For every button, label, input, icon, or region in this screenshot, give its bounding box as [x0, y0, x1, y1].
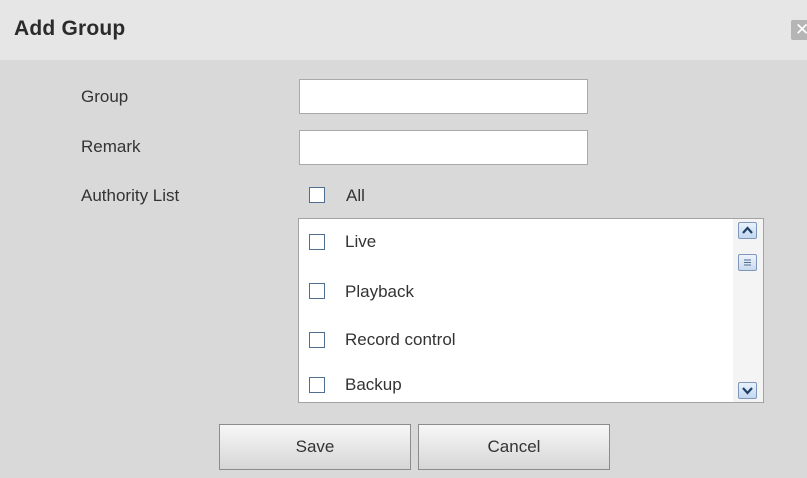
list-item-label: Live	[345, 232, 377, 251]
grip-icon	[744, 259, 751, 266]
add-group-dialog: Add Group ✕ Group Remark Authority List …	[0, 0, 807, 478]
list-scrollbar[interactable]	[733, 219, 763, 402]
authority-listbox[interactable]: Live Playback Record control Backup	[298, 218, 764, 403]
all-checkbox-label: All	[346, 186, 365, 205]
close-button[interactable]: ✕	[791, 20, 807, 40]
playback-checkbox[interactable]	[309, 283, 325, 299]
authority-list-label: Authority List	[81, 186, 180, 205]
group-label: Group	[81, 87, 129, 106]
scroll-thumb[interactable]	[738, 254, 757, 271]
dialog-titlebar: Add Group ✕	[0, 0, 807, 60]
remark-label: Remark	[81, 137, 141, 156]
list-item-label: Playback	[345, 282, 414, 301]
save-button[interactable]: Save	[219, 424, 411, 470]
scroll-up-button[interactable]	[738, 222, 757, 239]
list-item-label: Backup	[345, 375, 402, 394]
backup-checkbox[interactable]	[309, 377, 325, 393]
scroll-down-button[interactable]	[738, 382, 757, 399]
record-control-checkbox[interactable]	[309, 332, 325, 348]
remark-input[interactable]	[299, 130, 588, 165]
all-checkbox[interactable]	[309, 187, 325, 203]
group-input[interactable]	[299, 79, 588, 114]
live-checkbox[interactable]	[309, 234, 325, 250]
list-item-label: Record control	[345, 330, 456, 349]
chevron-up-icon	[742, 226, 753, 234]
close-icon: ✕	[795, 20, 807, 39]
dialog-title: Add Group	[14, 17, 126, 40]
cancel-button[interactable]: Cancel	[418, 424, 610, 470]
chevron-down-icon	[742, 387, 753, 395]
